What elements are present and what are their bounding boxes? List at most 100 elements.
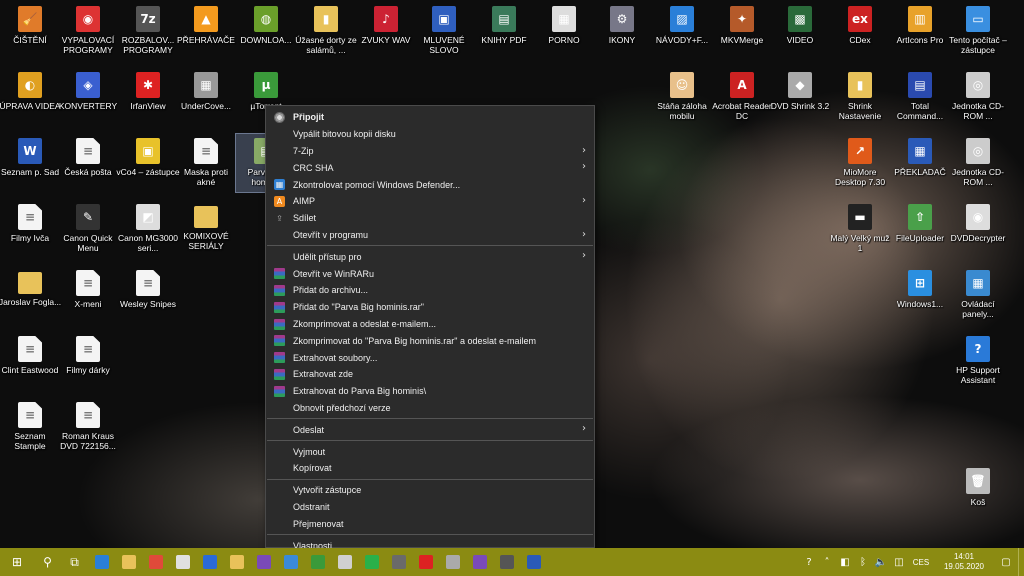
menu-item[interactable]: Extrahovat zde [266, 366, 594, 383]
desktop-icon[interactable]: ◎ Jednotka CD-ROM ... [948, 134, 1008, 192]
app-icon-2[interactable] [439, 548, 466, 576]
menu-item[interactable]: Udělit přístup pro › [266, 248, 594, 265]
menu-item[interactable]: Odstranit [266, 499, 594, 516]
bluetooth-icon[interactable]: ᛒ [854, 548, 872, 576]
desktop-icon[interactable]: ≡ Maska proti akné [176, 134, 236, 192]
show-desktop-button[interactable] [1018, 548, 1024, 576]
desktop-icon[interactable]: ≡ Česká pošta [58, 134, 118, 192]
explorer-icon[interactable] [115, 548, 142, 576]
desktop-icon[interactable]: 7z ROZBALOV... PROGRAMY [118, 2, 178, 60]
desktop-icon[interactable]: ≡ Filmy Ivča [0, 200, 60, 258]
desktop-icon[interactable]: W Seznam p. Sad [0, 134, 60, 192]
menu-item[interactable]: Zkomprimovat a odeslat e-mailem... [266, 316, 594, 333]
cdex-icon[interactable] [412, 548, 439, 576]
desktop-icon[interactable]: ▦ Ovládací panely... [948, 266, 1008, 324]
desktop-icon[interactable]: ▮ Shrink Nastavenie [830, 68, 890, 126]
task-view-icon[interactable]: ⧉ [61, 548, 88, 576]
desktop-icon[interactable]: ≡ X-meni [58, 266, 118, 324]
desktop-icon[interactable]: ✎ Canon Quick Menu [58, 200, 118, 258]
desktop-icon[interactable]: ▣ MLUVENÉ SLOVO [414, 2, 474, 60]
notification-icon[interactable]: ▢ [994, 548, 1018, 576]
desktop-icon[interactable]: ♪ ZVUKY WAV [356, 2, 416, 60]
help-icon[interactable]: ? [800, 548, 818, 576]
desktop-icon[interactable]: ◩ Canon MG3000 seri... [118, 200, 178, 258]
desktop-icon[interactable]: ≡ Clint Eastwood [0, 332, 60, 390]
menu-item[interactable]: Vyjmout [266, 443, 594, 460]
mail-icon[interactable] [196, 548, 223, 576]
explorer-folder-icon[interactable] [223, 548, 250, 576]
desktop-icon[interactable]: ▦ PORNO [534, 2, 594, 60]
menu-item[interactable]: Otevřít v programu › [266, 227, 594, 244]
desktop-icon[interactable]: ⊞ Windows1... [890, 266, 950, 324]
app-tray-icon[interactable]: ◧ [836, 548, 854, 576]
menu-item[interactable]: Přidat do "Parva Big hominis.rar" [266, 299, 594, 316]
desktop-icon[interactable]: ◍ DOWNLOA... [236, 2, 296, 60]
desktop-icon[interactable]: A Acrobat Reader DC [712, 68, 772, 126]
volume-icon[interactable]: 🔈 [872, 548, 890, 576]
app-icon[interactable] [331, 548, 358, 576]
menu-item[interactable]: CRC SHA › [266, 159, 594, 176]
menu-item[interactable]: Extrahovat do Parva Big hominis\ [266, 383, 594, 400]
menu-item[interactable]: Odeslat › [266, 421, 594, 438]
menu-item[interactable]: A AIMP › [266, 193, 594, 210]
menu-item[interactable]: Zkomprimovat do "Parva Big hominis.rar" … [266, 332, 594, 349]
desktop-icon[interactable]: ▣ vCo4 – zástupce [116, 134, 180, 192]
menu-item[interactable]: Extrahovat soubory... [266, 349, 594, 366]
desktop-icon[interactable]: ⇧ FileUploader [890, 200, 950, 258]
desktop-icon[interactable]: ▤ KNIHY PDF [474, 2, 534, 60]
edge-icon[interactable] [88, 548, 115, 576]
app-icon-3[interactable] [493, 548, 520, 576]
desktop-icon[interactable]: KOMIXOVÉ SERIÁLY [176, 200, 236, 258]
downloader-icon[interactable] [466, 548, 493, 576]
desktop-icon[interactable]: ☺ Stáňa záloha mobilu [652, 68, 712, 126]
desktop-icon[interactable]: ◐ ÚPRAVA VIDEA [0, 68, 61, 126]
menu-item[interactable]: Vypálit bitovou kopii disku [266, 126, 594, 143]
desktop-icon[interactable]: ▤ Total Command... [890, 68, 950, 126]
desktop-icon[interactable]: ≡ Roman Kraus DVD 722156... [58, 398, 118, 456]
store-icon[interactable] [169, 548, 196, 576]
desktop-icon[interactable]: ▩ VIDEO [770, 2, 830, 60]
menu-item[interactable]: Otevřít ve WinRARu [266, 265, 594, 282]
desktop-icon[interactable]: ▨ NÁVODY+F... [652, 2, 712, 60]
desktop-icon[interactable]: ✱ IrfanView [118, 68, 178, 126]
language-indicator[interactable]: CES [908, 558, 934, 567]
desktop-icon[interactable]: Jaroslav Fogla... [0, 266, 61, 324]
desktop-icon[interactable]: ▦ PŘEKLADAČ [890, 134, 950, 192]
desktop-icon[interactable]: ↗ MioMore Desktop 7.30 [830, 134, 890, 192]
whatsapp-icon[interactable] [358, 548, 385, 576]
desktop-icon[interactable]: ◆ DVD Shrink 3.2 [770, 68, 830, 126]
menu-item[interactable]: Přidat do archivu... [266, 282, 594, 299]
desktop-icon[interactable]: ▮ Úžasné dorty ze salámů, ... [295, 2, 357, 60]
clock[interactable]: 14:01 19.05.2020 [934, 552, 994, 572]
menu-item[interactable]: Vytvořit zástupce [266, 482, 594, 499]
search-icon[interactable]: ⚲ [34, 548, 61, 576]
settings-icon[interactable] [385, 548, 412, 576]
desktop-icon[interactable]: ≡ Wesley Snipes [118, 266, 178, 324]
download-icon[interactable] [250, 548, 277, 576]
menu-item[interactable]: ⇪ Sdílet [266, 210, 594, 227]
desktop-icon[interactable]: ▦ UnderCove... [176, 68, 236, 126]
menu-item[interactable]: Přejmenovat [266, 515, 594, 532]
desktop-icon[interactable]: ◎ Jednotka CD-ROM ... [948, 68, 1008, 126]
menu-item[interactable]: Připojit [266, 109, 594, 126]
desktop-icon[interactable]: ≡ Filmy dárky [58, 332, 118, 390]
desktop-icon[interactable]: ▭ Tento počítač – zástupce [948, 2, 1008, 60]
media-icon[interactable] [277, 548, 304, 576]
menu-item[interactable]: Kopírovat [266, 460, 594, 477]
desktop-icon[interactable]: ⚙ IKONY [592, 2, 652, 60]
menu-item[interactable]: 7-Zip › [266, 143, 594, 160]
desktop-icon[interactable]: ✦ MKVMerge [712, 2, 772, 60]
desktop-icon[interactable]: 🗑 Koš [948, 464, 1008, 522]
desktop-icon[interactable]: 🧹 ČIŠTĚNÍ [0, 2, 60, 60]
desktop-icon[interactable]: ◉ DVDDecrypter [948, 200, 1008, 258]
desktop-icon[interactable]: ex CDex [830, 2, 890, 60]
network-icon[interactable]: ◫ [890, 548, 908, 576]
desktop-icon[interactable]: ≡ Seznam Stample [0, 398, 60, 456]
chrome-icon[interactable] [142, 548, 169, 576]
desktop-icon[interactable]: ▥ ArtIcons Pro [890, 2, 950, 60]
desktop-icon[interactable]: ◈ KONVERTERY [58, 68, 118, 126]
menu-item[interactable]: Obnovit předchozí verze [266, 400, 594, 417]
desktop-icon[interactable]: ? HP Support Assistant [948, 332, 1008, 390]
desktop-icon[interactable]: ▬ Malý Velký muž 1 [830, 200, 890, 258]
chevron-up-icon[interactable]: ˄ [818, 548, 836, 576]
